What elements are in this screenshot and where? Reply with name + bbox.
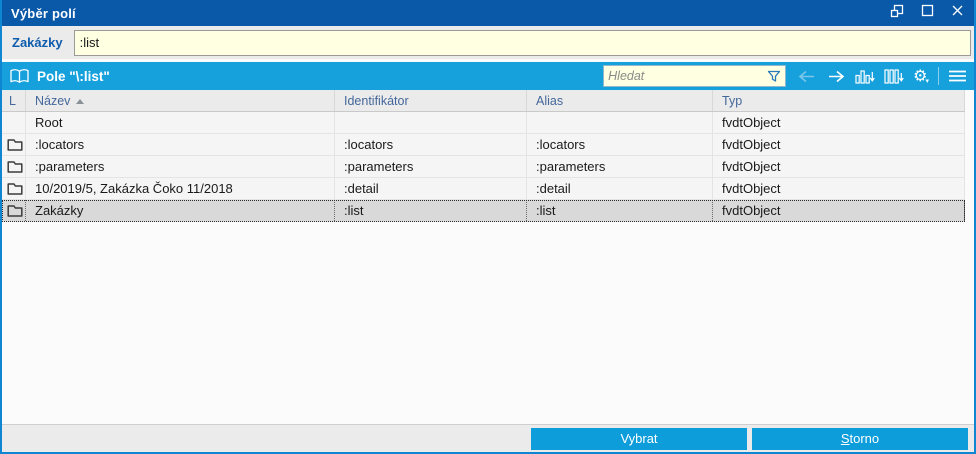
search-input[interactable] [608, 69, 768, 83]
column-header-nazev[interactable]: Název [26, 90, 335, 111]
chart-columns-icon[interactable] [855, 65, 875, 87]
row-alias-cell: :list [527, 200, 713, 221]
restore-icon [890, 4, 904, 23]
column-header-l[interactable]: L [2, 90, 26, 111]
row-identifier-cell: :locators [335, 134, 527, 155]
row-typ-cell: fvdtObject [713, 178, 965, 199]
sort-ascending-icon [76, 98, 85, 104]
row-alias-cell: :parameters [527, 156, 713, 177]
folder-icon [7, 182, 23, 195]
table-header-row: L Název Identifikátor Alias Typ [2, 90, 965, 112]
cancel-button[interactable]: Storno [752, 427, 968, 450]
search-box [603, 65, 787, 87]
row-alias-cell: :detail [527, 178, 713, 199]
toolbar-divider [938, 67, 939, 85]
column-chooser-icon[interactable] [884, 65, 904, 87]
panel-title: Pole "\:list" [37, 68, 110, 84]
settings-gear-icon[interactable]: ⚙ ▾ [913, 65, 929, 87]
window-title: Výběr polí [11, 5, 76, 21]
table-row[interactable]: :locators :locators :locators fvdtObject [2, 134, 965, 156]
row-name-cell: Root [26, 112, 335, 133]
table-row[interactable]: :parameters :parameters :parameters fvdt… [2, 156, 965, 178]
menu-icon[interactable] [948, 65, 967, 87]
row-typ-cell: fvdtObject [713, 200, 965, 221]
row-type-cell [2, 156, 26, 177]
close-icon [951, 4, 964, 22]
maximize-icon [921, 4, 934, 22]
column-header-alias[interactable]: Alias [527, 90, 713, 111]
row-type-cell [2, 112, 26, 133]
panel-toolbar: ⚙ ▾ [797, 65, 967, 87]
footer-bar: Vybrat Storno [2, 424, 974, 452]
column-header-identifikator[interactable]: Identifikátor [335, 90, 527, 111]
forward-arrow-icon[interactable] [826, 65, 846, 87]
row-identifier-cell: :parameters [335, 156, 527, 177]
folder-icon [7, 138, 23, 151]
row-type-cell [2, 178, 26, 199]
window-controls [884, 2, 970, 24]
column-header-typ[interactable]: Typ [713, 90, 965, 111]
select-button[interactable]: Vybrat [531, 427, 747, 450]
row-name-cell: 10/2019/5, Zakázka Čoko 11/2018 [26, 178, 335, 199]
row-identifier-cell [335, 112, 527, 133]
open-book-icon[interactable] [9, 65, 30, 87]
filter-funnel-icon[interactable] [767, 65, 781, 87]
table-row[interactable]: 10/2019/5, Zakázka Čoko 11/2018 :detail … [2, 178, 965, 200]
maximize-window-button[interactable] [914, 2, 940, 24]
folder-icon [7, 204, 23, 217]
restore-window-button[interactable] [884, 2, 910, 24]
row-identifier-cell: :list [335, 200, 527, 221]
row-type-cell [2, 200, 26, 221]
close-window-button[interactable] [944, 2, 970, 24]
row-alias-cell [527, 112, 713, 133]
dropdown-caret-icon: ▾ [925, 78, 929, 85]
field-label: Zakázky [12, 35, 63, 50]
row-typ-cell: fvdtObject [713, 156, 965, 177]
fields-table: L Název Identifikátor Alias Typ Root fvd… [2, 90, 974, 424]
folder-icon [7, 160, 23, 173]
table-body: Root fvdtObject :locators :locators :loc… [2, 112, 974, 222]
row-typ-cell: fvdtObject [713, 112, 965, 133]
dialog-window: Výběr polí Zakázky:list Pole "\:list" H… [0, 0, 976, 454]
row-typ-cell: fvdtObject [713, 134, 965, 155]
row-identifier-cell: :detail [335, 178, 527, 199]
row-name-cell: Zakázky [26, 200, 335, 221]
field-strip: Zakázky [2, 26, 974, 59]
row-name-cell: :parameters [26, 156, 335, 177]
title-bar: Výběr polí [2, 0, 974, 26]
panel-header: Pole "\:list" Hledat ⚙ ▾ [2, 62, 974, 90]
field-value-input[interactable] [73, 29, 971, 56]
table-row[interactable]: Root fvdtObject [2, 112, 965, 134]
back-arrow-icon[interactable] [797, 65, 817, 87]
row-name-cell: :locators [26, 134, 335, 155]
row-alias-cell: :locators [527, 134, 713, 155]
row-type-cell [2, 134, 26, 155]
table-row[interactable]: Zakázky :list :list fvdtObject [2, 200, 965, 222]
